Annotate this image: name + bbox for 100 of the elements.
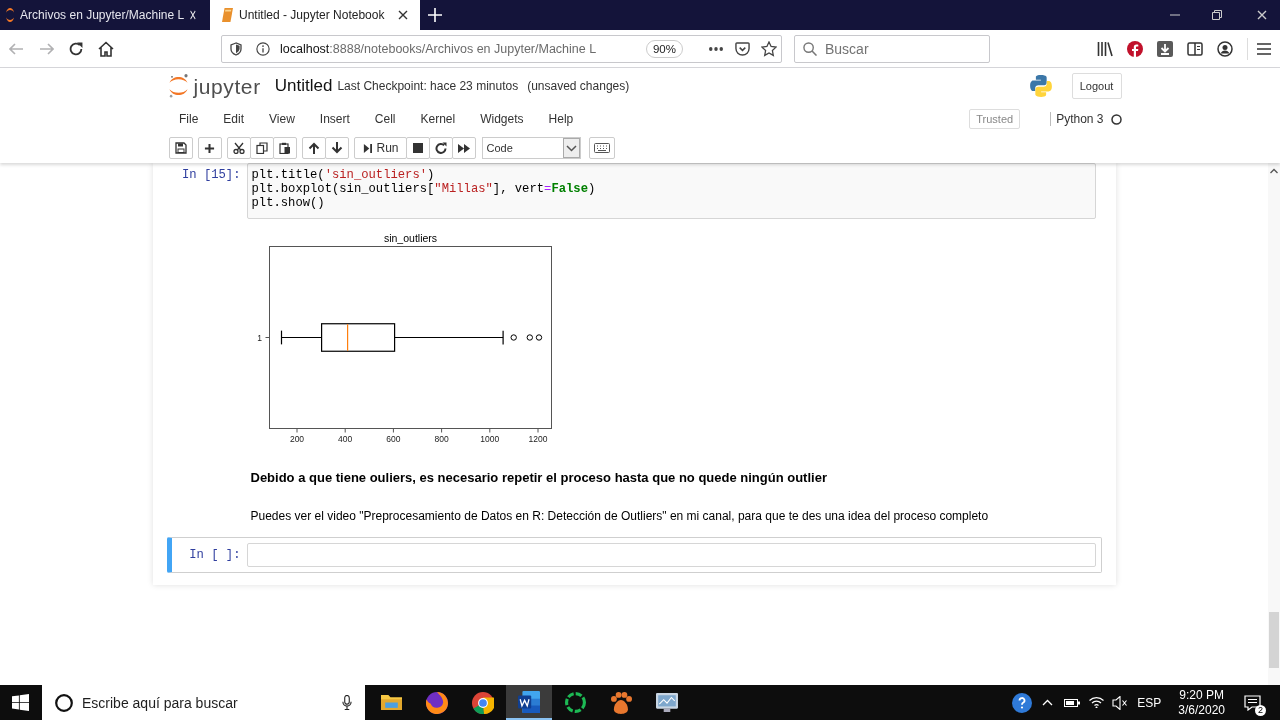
clipboard-icon	[278, 142, 291, 154]
menu-item[interactable]: File	[166, 112, 211, 126]
help-icon[interactable]	[1012, 692, 1033, 713]
menu-item[interactable]: Edit	[210, 112, 257, 126]
restart-button[interactable]	[428, 137, 453, 159]
menu-item[interactable]: Insert	[307, 112, 363, 126]
sidebar-icon[interactable]	[1187, 41, 1203, 56]
stop-icon	[412, 143, 423, 153]
whisker	[280, 330, 322, 345]
search-field[interactable]: Buscar	[794, 34, 990, 63]
axis-tick-label: 1	[256, 332, 262, 343]
book-icon	[222, 8, 233, 22]
interrupt-button[interactable]	[405, 137, 430, 159]
pocket-icon[interactable]	[735, 41, 750, 56]
wifi-icon[interactable]	[1089, 696, 1105, 709]
globe-fox-icon	[426, 691, 448, 714]
paste-button[interactable]	[272, 137, 297, 159]
floppy-icon	[174, 142, 187, 154]
move-up-button[interactable]	[301, 137, 326, 159]
logout-button[interactable]: Logout	[1071, 73, 1122, 99]
clock-date[interactable]: 3/6/2020	[1178, 702, 1225, 718]
restore-icon[interactable]	[1212, 10, 1222, 20]
scrollbar-track[interactable]	[1268, 163, 1280, 685]
notification-count-badge: 2	[1255, 704, 1266, 716]
code-line: plt.show()	[251, 196, 326, 210]
plus-icon	[204, 142, 215, 154]
scrollbar-thumb[interactable]	[1269, 612, 1279, 668]
menu-item[interactable]: View	[256, 112, 308, 126]
taskbar-app-button[interactable]	[506, 685, 552, 720]
axis-tick-label: 1200	[528, 434, 547, 444]
restart-icon	[434, 142, 447, 154]
trusted-indicator[interactable]: Trusted	[969, 109, 1021, 129]
account-icon[interactable]	[1217, 40, 1233, 57]
markdown-text: Puedes ver el video "Preprocesamiento de Datos en R: Detección de Outliers" en mi canal, para que te des una idea del proceso completo	[250, 508, 989, 525]
dashed-ring-icon	[564, 692, 586, 713]
clock-time[interactable]: 9:20 PM	[1179, 687, 1224, 703]
download-icon[interactable]	[1157, 40, 1173, 57]
arrow-down-icon	[330, 142, 343, 154]
cut-button[interactable]	[226, 137, 251, 159]
add-cell-button[interactable]	[197, 137, 222, 159]
library-icon[interactable]	[1097, 40, 1113, 57]
notebook-cell[interactable]: In [ ]:	[166, 537, 1102, 573]
code-line: plt.title('sin_outliers')	[251, 168, 436, 182]
shield-icon	[230, 41, 242, 56]
code-input[interactable]	[246, 543, 1096, 567]
move-down-button[interactable]	[324, 137, 349, 159]
caret-icon	[562, 138, 580, 158]
search-ring-icon	[55, 693, 73, 712]
run-all-button[interactable]	[451, 137, 476, 159]
code-input[interactable]: plt.title('sin_outliers') plt.boxplot(sin_outliers["Millas"], vert=False) plt.show()	[246, 163, 1096, 219]
new-tab-icon[interactable]	[428, 8, 442, 22]
chevron-up-icon[interactable]	[1042, 699, 1054, 706]
close-icon[interactable]	[398, 10, 408, 20]
axis-tick-label: 800	[434, 434, 449, 444]
star-icon[interactable]	[761, 40, 777, 57]
input-language-indicator[interactable]: ESP	[1137, 695, 1162, 710]
info-icon	[256, 41, 270, 56]
window-close-icon[interactable]	[1257, 10, 1267, 20]
checkpoint-status: Last Checkpoint: hace 23 minutos	[337, 79, 519, 93]
notification-icon[interactable]	[1244, 694, 1261, 711]
axis-tick-label: 400	[337, 434, 352, 444]
notebook-title[interactable]: Untitled	[274, 76, 333, 96]
keyboard-icon	[593, 143, 610, 153]
f-circle-icon[interactable]	[1127, 40, 1143, 57]
median-line	[346, 323, 348, 352]
arrow-up-icon	[307, 142, 320, 154]
segmented-circle-icon	[472, 691, 494, 714]
menu-item[interactable]: Widgets	[467, 112, 537, 126]
command-palette-button[interactable]	[588, 137, 615, 159]
jupyter-logo-icon	[6, 8, 15, 22]
browser-tab[interactable]: Archivos en Jupyter/Machine L	[0, 0, 210, 30]
more-icon[interactable]	[709, 46, 723, 51]
address-bar[interactable]: localhost:8888/notebooks/Archivos en Jupyter/Machine L 90%	[221, 34, 782, 63]
scissors-icon	[232, 142, 245, 154]
microphone-icon	[342, 695, 352, 710]
python-logo-icon	[1029, 75, 1052, 97]
copy-button[interactable]	[249, 137, 274, 159]
speaker-muted-icon[interactable]	[1112, 695, 1128, 710]
code-line: plt.boxplot(sin_outliers["Millas"], vert=False)	[251, 182, 597, 196]
menu-item[interactable]: Help	[536, 112, 586, 126]
notebook-cell[interactable]: In [15]: plt.title('sin_outliers') plt.boxplot(sin_outliers["Millas"], vert=False) plt.show() sin_outliers 200 400 600 800 1000 1200 1	[166, 163, 1102, 453]
menu-icon[interactable]	[1256, 42, 1272, 55]
run-button[interactable]: Run	[353, 137, 407, 159]
battery-icon[interactable]	[1064, 698, 1081, 707]
document-icon	[518, 690, 540, 713]
jupyter-logo-icon	[168, 74, 188, 98]
zoom-level-button[interactable]: 90%	[645, 39, 683, 58]
step-forward-icon	[362, 142, 372, 154]
save-button[interactable]	[168, 137, 193, 159]
paw-icon	[610, 691, 632, 714]
cell-type-select[interactable]: Code	[481, 137, 581, 159]
monitor-chart-icon	[656, 693, 678, 712]
taskbar-search-field[interactable]: Escribe aquí para buscar	[42, 685, 365, 720]
outlier-point	[510, 334, 517, 341]
menu-item[interactable]: Kernel	[408, 112, 468, 126]
reload-icon[interactable]	[69, 41, 83, 56]
home-icon[interactable]	[98, 40, 114, 57]
menu-item[interactable]: Cell	[362, 112, 408, 126]
browser-tab[interactable]: Untitled - Jupyter Notebook	[210, 0, 420, 30]
fast-forward-icon	[457, 142, 470, 154]
